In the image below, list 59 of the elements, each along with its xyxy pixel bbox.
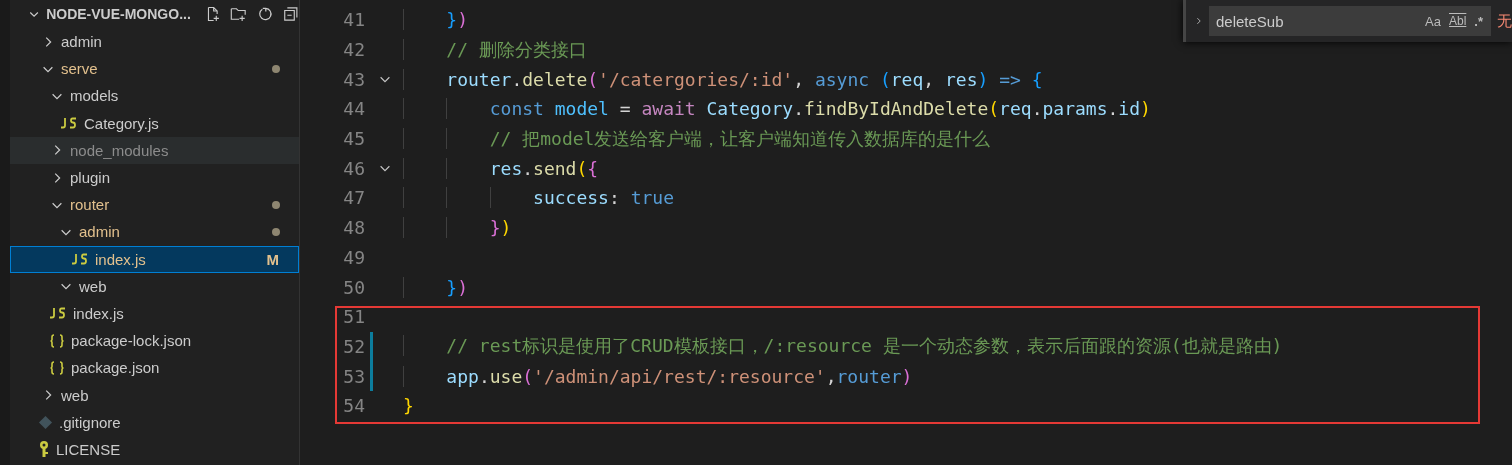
tree-item[interactable]: plugin	[10, 163, 299, 192]
new-folder-icon[interactable]	[230, 5, 248, 23]
code-line: res.send({	[403, 157, 599, 179]
js-file-icon	[49, 307, 67, 320]
line-number: 41	[342, 9, 365, 31]
line-number: 54	[342, 395, 365, 417]
tree-item[interactable]: serve	[10, 55, 299, 83]
code-line: router.delete('/catergories/:id', async (req, res) => {	[403, 68, 1043, 90]
code-line: const model = await Category.findByIdAndDelete(req.params.id)	[403, 98, 1151, 120]
code-line: app.use('/admin/api/rest/:resource',router)	[403, 365, 913, 387]
code-line: success: true	[403, 187, 674, 209]
collapse-all-icon[interactable]	[283, 5, 299, 23]
code-line: })	[403, 9, 469, 31]
diamond-icon	[38, 414, 53, 430]
tree-item[interactable]: Category.js	[10, 109, 299, 137]
line-number: 50	[342, 276, 365, 298]
tree-item[interactable]: index.js	[10, 299, 299, 328]
code-line: }	[403, 395, 414, 417]
line-number: 52	[342, 335, 365, 357]
line-number: 44	[342, 98, 365, 120]
line-number: 42	[342, 39, 365, 61]
tree-item[interactable]: package-lock.json	[10, 327, 299, 355]
js-file-icon	[60, 117, 78, 130]
line-number: 43	[342, 68, 365, 90]
find-option[interactable]: .*	[1474, 13, 1483, 29]
tree-item[interactable]: node_modules	[10, 136, 299, 164]
key-icon	[38, 440, 50, 459]
line-number: 45	[342, 128, 365, 150]
tree-item[interactable]: web	[10, 381, 299, 409]
tree-item[interactable]: .gitignore	[10, 408, 299, 436]
line-number: 46	[342, 157, 365, 179]
result-text: 无	[1497, 11, 1512, 31]
line-number: 51	[342, 306, 365, 328]
braces-icon	[49, 360, 65, 375]
tree-item[interactable]: router	[10, 191, 299, 219]
tree-item[interactable]: models	[10, 82, 299, 110]
code-line: // 把model发送给客户端，让客户端知道传入数据库的是什么	[403, 126, 991, 151]
braces-icon	[49, 333, 65, 348]
code-line: // 删除分类接口	[403, 37, 587, 62]
tree-item[interactable]: package.json	[10, 354, 299, 382]
code-line: })	[403, 217, 512, 239]
find-option[interactable]: Abl	[1449, 14, 1467, 28]
tree-item[interactable]: admin	[10, 28, 299, 56]
line-number: 49	[342, 246, 365, 268]
line-number: 48	[342, 217, 365, 239]
project-title[interactable]: NODE-VUE-MONGO...	[46, 6, 191, 22]
tree-item[interactable]: LICENSE	[10, 435, 299, 463]
js-file-icon	[71, 253, 89, 266]
line-number: 47	[342, 187, 365, 209]
code-line: })	[403, 276, 469, 298]
tree-item[interactable]: admin	[10, 218, 299, 246]
line-number: 53	[342, 365, 365, 387]
refresh-icon[interactable]	[257, 5, 274, 23]
tree-item[interactable]: index.js M	[10, 245, 299, 273]
find-field[interactable]: deleteSub Aa Abl .*	[1209, 6, 1491, 36]
status-letter: M	[266, 250, 279, 268]
tree-item[interactable]: web	[10, 272, 299, 300]
find-option[interactable]: Aa	[1425, 13, 1441, 29]
code-line: // rest标识是使用了CRUD模板接口，/:resource 是一个动态参数，表示后面跟的资源(也就是路由)	[403, 334, 1283, 359]
